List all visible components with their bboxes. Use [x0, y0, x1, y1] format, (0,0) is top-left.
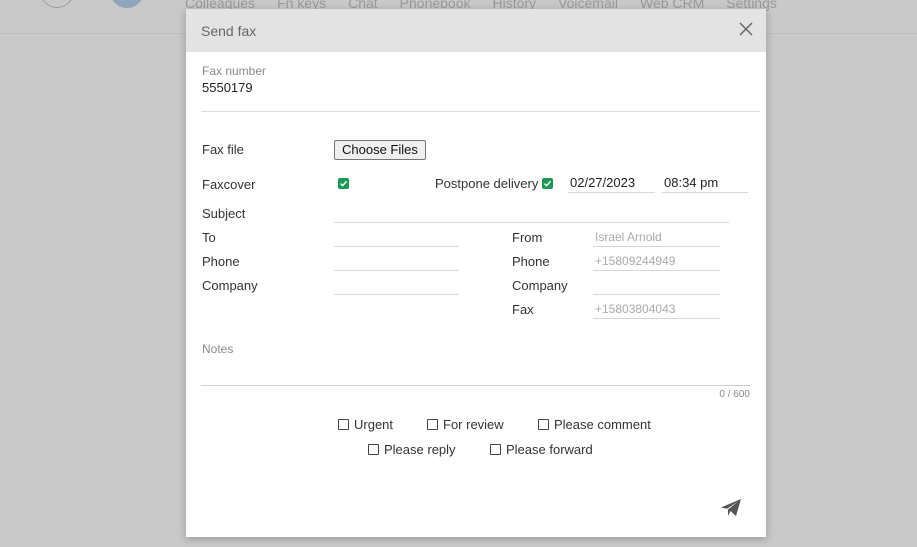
checkbox-box — [427, 419, 438, 430]
to-label: To — [202, 230, 216, 245]
phone-input[interactable] — [334, 251, 459, 271]
please-forward-checkbox[interactable]: Please forward — [490, 442, 593, 457]
from-input[interactable] — [593, 227, 720, 247]
checkbox-box — [368, 444, 379, 455]
postpone-date-input[interactable] — [568, 173, 655, 193]
checkmark-icon — [544, 180, 552, 187]
from-fax-input[interactable] — [593, 299, 720, 319]
company-input[interactable] — [334, 275, 459, 295]
dialog-header: Send fax — [186, 9, 766, 52]
postpone-time-input[interactable] — [662, 173, 748, 193]
urgent-label: Urgent — [354, 417, 394, 432]
postpone-delivery-checkbox[interactable] — [542, 178, 553, 189]
subject-label: Subject — [202, 206, 246, 221]
phone-label: Phone — [202, 254, 240, 269]
close-icon[interactable] — [738, 21, 754, 37]
send-button[interactable] — [720, 498, 742, 518]
faxcover-checkbox[interactable] — [338, 178, 349, 189]
from-phone-input[interactable] — [593, 251, 720, 271]
fax-file-label: Fax file — [202, 142, 244, 157]
postpone-delivery-label: Postpone delivery — [435, 176, 539, 191]
dialog-title: Send fax — [201, 23, 257, 39]
background-avatar-icon — [40, 0, 74, 8]
please-comment-checkbox[interactable]: Please comment — [538, 417, 651, 432]
notes-label: Notes — [202, 342, 234, 356]
company-label: Company — [202, 278, 258, 293]
please-comment-label: Please comment — [554, 417, 651, 432]
please-forward-label: Please forward — [506, 442, 593, 457]
fax-number-value: 5550179 — [202, 80, 253, 95]
checkbox-box — [538, 419, 549, 430]
send-fax-dialog: Send fax Fax number 5550179 Fax file Cho… — [186, 9, 766, 537]
checkbox-box — [338, 419, 349, 430]
from-label: From — [512, 230, 543, 245]
checkbox-box — [490, 444, 501, 455]
background-user-avatar-icon — [110, 0, 144, 8]
from-fax-label: Fax — [512, 302, 534, 317]
urgent-checkbox[interactable]: Urgent — [338, 417, 393, 432]
for-review-label: For review — [443, 417, 504, 432]
choose-files-button[interactable]: Choose Files — [334, 140, 426, 160]
for-review-checkbox[interactable]: For review — [427, 417, 504, 432]
divider — [201, 111, 760, 112]
please-reply-label: Please reply — [384, 442, 456, 457]
from-phone-label: Phone — [512, 254, 550, 269]
fax-number-label: Fax number — [202, 64, 267, 78]
checkmark-icon — [340, 180, 348, 187]
to-input[interactable] — [334, 227, 459, 247]
please-reply-checkbox[interactable]: Please reply — [368, 442, 456, 457]
faxcover-label: Faxcover — [202, 177, 256, 192]
from-company-input[interactable] — [593, 275, 720, 295]
from-company-label: Company — [512, 278, 568, 293]
subject-input[interactable] — [334, 203, 729, 223]
notes-textarea[interactable] — [201, 365, 750, 386]
notes-char-counter: 0 / 600 — [719, 389, 750, 400]
paper-plane-icon — [721, 499, 741, 516]
